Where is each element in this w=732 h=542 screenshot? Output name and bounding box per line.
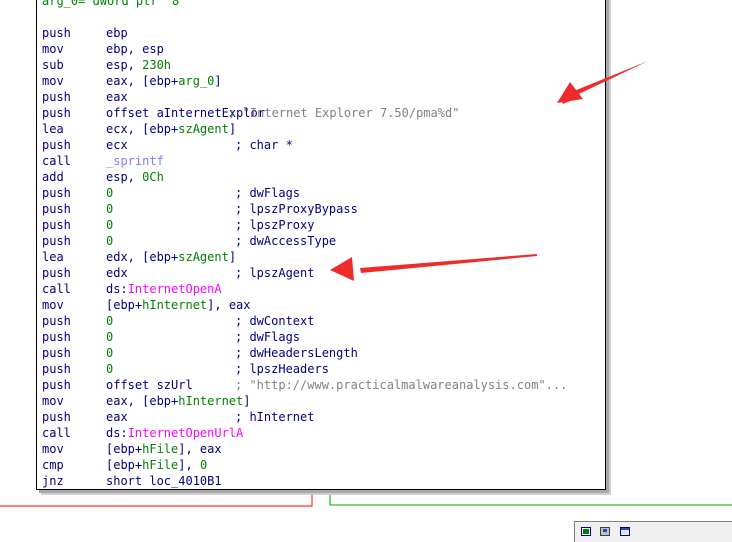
disk-icon[interactable]	[600, 527, 610, 536]
graph-toolbar	[574, 521, 732, 542]
graph-overview-icon[interactable]	[581, 527, 591, 536]
annotation-arrows	[330, 61, 648, 281]
window-icon[interactable]	[620, 527, 630, 536]
arrow-to-lpszagent-head	[330, 257, 354, 281]
arrow-to-lpszagent-shaft	[360, 254, 537, 273]
